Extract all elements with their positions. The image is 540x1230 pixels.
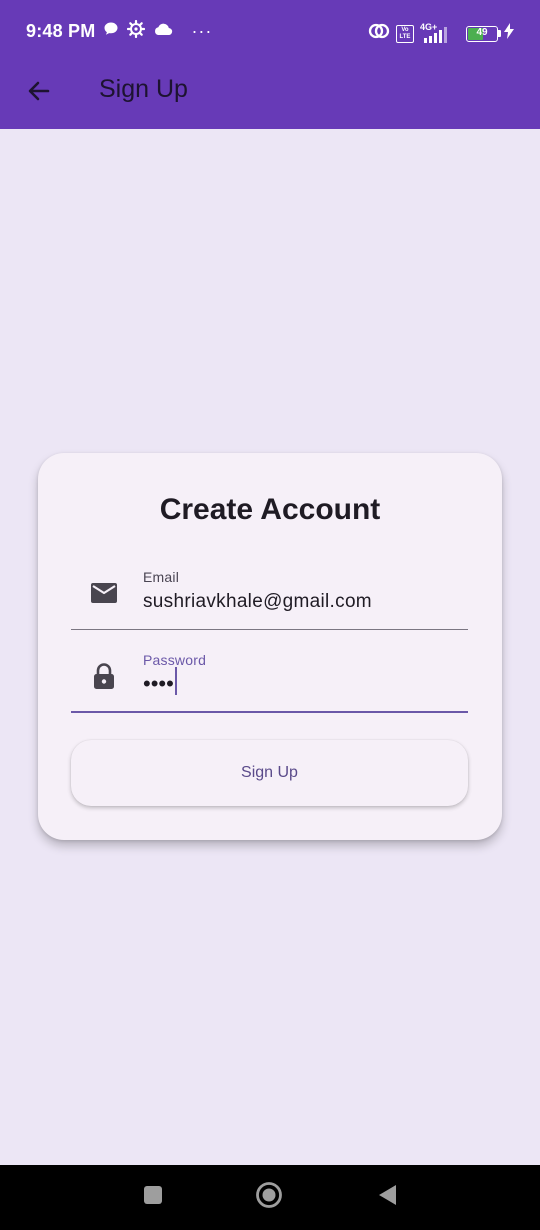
home-button[interactable] <box>254 1181 284 1214</box>
status-time: 9:48 PM <box>26 21 96 41</box>
card-title: Create Account <box>159 493 381 526</box>
status-bar-right: Vo LTE 4G+ 49 <box>368 21 514 46</box>
arrow-back-icon <box>26 78 52 109</box>
email-label: Email <box>143 569 180 585</box>
hotspot-icon <box>368 21 390 46</box>
password-label: Password <box>143 652 207 668</box>
app-bar: Sign Up <box>0 64 540 129</box>
password-dots: •••• <box>143 671 174 696</box>
back-button[interactable] <box>22 76 56 110</box>
signal-icon: 4G+ <box>420 22 454 44</box>
cloud-icon <box>153 22 173 41</box>
home-icon <box>255 1181 283 1214</box>
battery-icon: 49 <box>466 25 501 42</box>
email-field[interactable]: Email sushriavkhale@gmail.com <box>71 560 468 630</box>
signup-button[interactable]: Sign Up <box>71 740 468 806</box>
signup-card: Create Account Email sushriavkhale@gmail… <box>38 453 502 840</box>
password-field[interactable]: Password •••• <box>71 643 468 713</box>
more-dots: ··· <box>191 21 213 41</box>
status-bar: 9:48 PM ··· Vo LTE 4G+ 49 <box>0 0 540 64</box>
email-value: sushriavkhale@gmail.com <box>143 591 372 612</box>
status-bar-left: 9:48 PM ··· <box>26 19 213 43</box>
recents-icon <box>142 1184 164 1211</box>
mail-icon <box>89 578 119 608</box>
back-triangle-icon <box>376 1183 398 1212</box>
battery-level: 49 <box>476 26 488 38</box>
volte-icon: Vo LTE <box>396 24 414 43</box>
lock-icon <box>89 661 119 691</box>
chat-bubble-icon <box>103 21 119 42</box>
system-nav-bar <box>0 1165 540 1230</box>
settings-cog-icon <box>127 19 146 43</box>
recents-button[interactable] <box>138 1182 168 1212</box>
back-nav-button[interactable] <box>372 1182 402 1212</box>
password-value: •••• <box>143 667 177 699</box>
page-title: Sign Up <box>99 75 188 103</box>
charging-icon <box>504 23 514 44</box>
text-caret <box>174 667 177 696</box>
